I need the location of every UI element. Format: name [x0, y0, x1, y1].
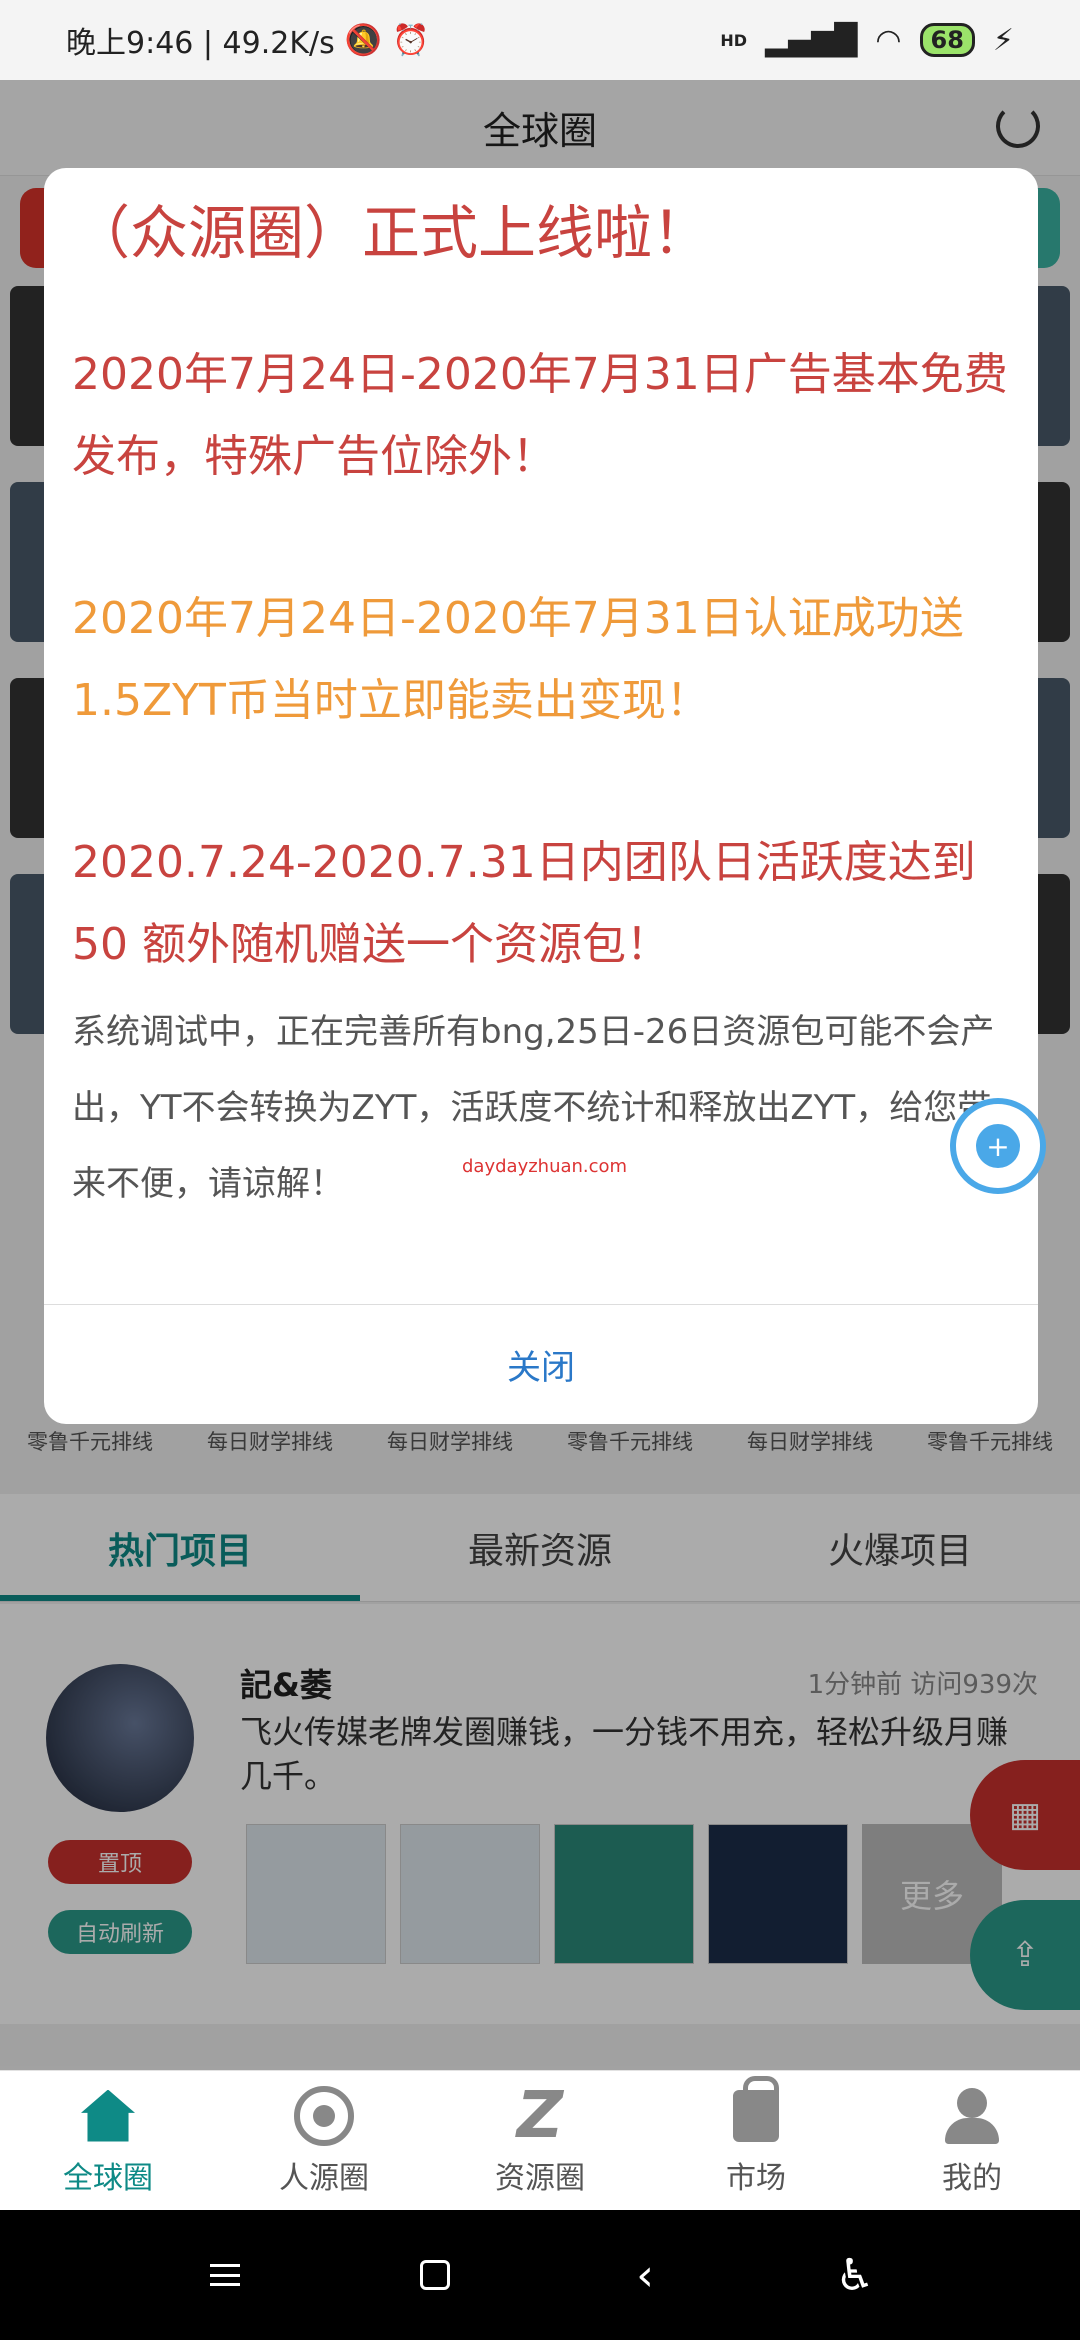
- status-bar: 晚上9:46 | 49.2K/s 🔕 ⏰ HD ▂▄▆█ ◠ 68 ⚡: [0, 0, 1080, 80]
- menu-icon: [210, 2264, 240, 2286]
- hd-label: HD: [720, 30, 748, 50]
- shopping-bag-icon: [725, 2075, 787, 2147]
- mute-bell-icon: 🔕: [344, 22, 383, 58]
- accessibility-icon: ♿: [835, 2249, 875, 2301]
- close-button[interactable]: 关闭: [44, 1305, 1038, 1424]
- status-time-speed: 晚上9:46 | 49.2K/s: [66, 26, 335, 61]
- nav-label: 全球圈: [63, 2160, 153, 2196]
- plus-icon: +: [976, 1124, 1020, 1168]
- modal-title: （众源圈）正式上线啦！: [72, 199, 711, 267]
- assistive-touch-button[interactable]: +: [950, 1098, 1046, 1194]
- modal-paragraph-3: 2020.7.24-2020.7.31日内团队日活跃度达到50 额外随机赠送一个…: [72, 837, 976, 970]
- modal-note: 系统调试中，正在完善所有bng,25日-26日资源包可能不会产出，YT不会转换为…: [72, 1012, 995, 1204]
- bottom-nav: 全球圈 人源圈 Z 资源圈 市场 我的: [0, 2070, 1080, 2210]
- back-button[interactable]: ‹: [615, 2245, 675, 2305]
- nav-mine[interactable]: 我的: [864, 2071, 1080, 2210]
- nav-resource-circle[interactable]: Z 资源圈: [432, 2071, 648, 2210]
- nav-global-circle[interactable]: 全球圈: [0, 2071, 216, 2210]
- accessibility-button[interactable]: ♿: [825, 2245, 885, 2305]
- wifi-icon: ◠: [875, 22, 902, 58]
- alarm-icon: ⏰: [392, 22, 430, 58]
- signal-icon: ▂▄▆█: [765, 22, 858, 58]
- battery-icon: 68: [919, 23, 975, 57]
- home-button[interactable]: [405, 2245, 465, 2305]
- modal-paragraph-1: 2020年7月24日-2020年7月31日广告基本免费发布，特殊广告位除外！: [72, 349, 1008, 482]
- z-logo-icon: Z: [516, 2078, 564, 2153]
- nav-market[interactable]: 市场: [648, 2071, 864, 2210]
- home-icon: [77, 2085, 139, 2147]
- nav-label: 市场: [726, 2160, 786, 2196]
- watermark-text: daydayzhuan.com: [462, 1156, 628, 1177]
- announcement-modal: （众源圈）正式上线啦！ 2020年7月24日-2020年7月31日广告基本免费发…: [44, 168, 1038, 1424]
- menu-button[interactable]: [195, 2245, 255, 2305]
- system-nav-bar: ‹ ♿: [0, 2210, 1080, 2340]
- back-chevron-icon: ‹: [636, 2249, 654, 2301]
- charging-icon: ⚡: [992, 22, 1014, 58]
- nav-people-circle[interactable]: 人源圈: [216, 2071, 432, 2210]
- status-left: 晚上9:46 | 49.2K/s 🔕 ⏰: [66, 18, 720, 62]
- nav-label: 人源圈: [279, 2160, 369, 2196]
- broadcast-icon: [293, 2085, 355, 2147]
- modal-body: （众源圈）正式上线啦！ 2020年7月24日-2020年7月31日广告基本免费发…: [44, 168, 1038, 1304]
- user-icon: [941, 2085, 1003, 2147]
- square-icon: [420, 2260, 450, 2290]
- nav-label: 资源圈: [495, 2160, 585, 2196]
- modal-paragraph-2: 2020年7月24日-2020年7月31日认证成功送1.5ZYT币当时立即能卖出…: [72, 593, 964, 726]
- nav-label: 我的: [942, 2160, 1002, 2196]
- status-right: HD ▂▄▆█ ◠ 68 ⚡: [720, 23, 1014, 58]
